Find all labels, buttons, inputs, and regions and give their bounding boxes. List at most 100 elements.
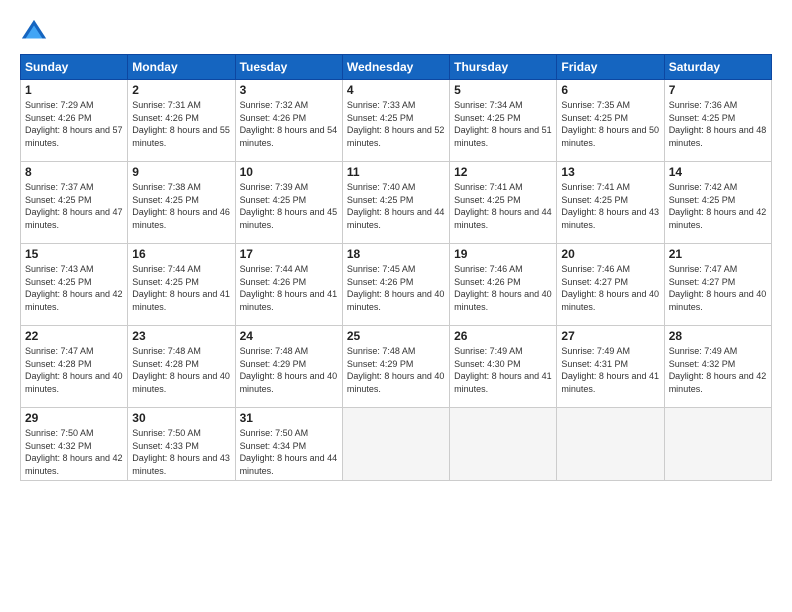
calendar-cell: 15 Sunrise: 7:43 AMSunset: 4:25 PMDayligh…	[21, 244, 128, 326]
day-number: 27	[561, 329, 659, 343]
day-info: Sunrise: 7:35 AMSunset: 4:25 PMDaylight:…	[561, 99, 659, 149]
calendar-cell: 1 Sunrise: 7:29 AMSunset: 4:26 PMDaylight…	[21, 80, 128, 162]
day-number: 25	[347, 329, 445, 343]
calendar-cell: 28 Sunrise: 7:49 AMSunset: 4:32 PMDayligh…	[664, 326, 771, 408]
day-info: Sunrise: 7:38 AMSunset: 4:25 PMDaylight:…	[132, 181, 230, 231]
day-number: 3	[240, 83, 338, 97]
header	[20, 18, 772, 46]
day-number: 18	[347, 247, 445, 261]
day-number: 14	[669, 165, 767, 179]
page: SundayMondayTuesdayWednesdayThursdayFrid…	[0, 0, 792, 612]
day-info: Sunrise: 7:48 AMSunset: 4:29 PMDaylight:…	[240, 345, 338, 395]
day-info: Sunrise: 7:44 AMSunset: 4:25 PMDaylight:…	[132, 263, 230, 313]
calendar-cell: 19 Sunrise: 7:46 AMSunset: 4:26 PMDayligh…	[450, 244, 557, 326]
day-number: 20	[561, 247, 659, 261]
weekday-header-friday: Friday	[557, 55, 664, 80]
day-info: Sunrise: 7:41 AMSunset: 4:25 PMDaylight:…	[454, 181, 552, 231]
day-number: 22	[25, 329, 123, 343]
calendar-cell: 6 Sunrise: 7:35 AMSunset: 4:25 PMDaylight…	[557, 80, 664, 162]
day-number: 30	[132, 411, 230, 425]
day-number: 13	[561, 165, 659, 179]
week-row-3: 15 Sunrise: 7:43 AMSunset: 4:25 PMDayligh…	[21, 244, 772, 326]
day-number: 15	[25, 247, 123, 261]
logo	[20, 18, 52, 46]
day-number: 26	[454, 329, 552, 343]
calendar-cell: 22 Sunrise: 7:47 AMSunset: 4:28 PMDayligh…	[21, 326, 128, 408]
day-info: Sunrise: 7:42 AMSunset: 4:25 PMDaylight:…	[669, 181, 767, 231]
calendar-cell: 27Sunrise: 7:49 AMSunset: 4:31 PMDayligh…	[557, 326, 664, 408]
day-info: Sunrise: 7:37 AMSunset: 4:25 PMDaylight:…	[25, 181, 123, 231]
day-info: Sunrise: 7:34 AMSunset: 4:25 PMDaylight:…	[454, 99, 552, 149]
day-info: Sunrise: 7:49 AMSunset: 4:30 PMDaylight:…	[454, 345, 552, 395]
calendar-cell: 13 Sunrise: 7:41 AMSunset: 4:25 PMDayligh…	[557, 162, 664, 244]
day-info: Sunrise: 7:31 AMSunset: 4:26 PMDaylight:…	[132, 99, 230, 149]
weekday-header-row: SundayMondayTuesdayWednesdayThursdayFrid…	[21, 55, 772, 80]
day-info: Sunrise: 7:39 AMSunset: 4:25 PMDaylight:…	[240, 181, 338, 231]
day-number: 1	[25, 83, 123, 97]
day-info: Sunrise: 7:45 AMSunset: 4:26 PMDaylight:…	[347, 263, 445, 313]
calendar-cell: 4 Sunrise: 7:33 AMSunset: 4:25 PMDaylight…	[342, 80, 449, 162]
calendar-cell: 5 Sunrise: 7:34 AMSunset: 4:25 PMDaylight…	[450, 80, 557, 162]
day-number: 4	[347, 83, 445, 97]
day-number: 28	[669, 329, 767, 343]
day-info: Sunrise: 7:47 AMSunset: 4:28 PMDaylight:…	[25, 345, 123, 395]
day-number: 10	[240, 165, 338, 179]
week-row-1: 1 Sunrise: 7:29 AMSunset: 4:26 PMDaylight…	[21, 80, 772, 162]
day-number: 24	[240, 329, 338, 343]
calendar-cell: 10 Sunrise: 7:39 AMSunset: 4:25 PMDayligh…	[235, 162, 342, 244]
day-info: Sunrise: 7:50 AMSunset: 4:33 PMDaylight:…	[132, 427, 230, 477]
weekday-header-thursday: Thursday	[450, 55, 557, 80]
calendar-cell: 3Sunrise: 7:32 AMSunset: 4:26 PMDaylight…	[235, 80, 342, 162]
calendar-cell: 20Sunrise: 7:46 AMSunset: 4:27 PMDayligh…	[557, 244, 664, 326]
day-info: Sunrise: 7:47 AMSunset: 4:27 PMDaylight:…	[669, 263, 767, 313]
calendar-cell: 14 Sunrise: 7:42 AMSunset: 4:25 PMDayligh…	[664, 162, 771, 244]
day-number: 9	[132, 165, 230, 179]
day-number: 8	[25, 165, 123, 179]
day-info: Sunrise: 7:43 AMSunset: 4:25 PMDaylight:…	[25, 263, 123, 313]
week-row-5: 29 Sunrise: 7:50 AMSunset: 4:32 PMDayligh…	[21, 408, 772, 481]
day-number: 29	[25, 411, 123, 425]
day-number: 19	[454, 247, 552, 261]
day-number: 6	[561, 83, 659, 97]
calendar-cell: 2Sunrise: 7:31 AMSunset: 4:26 PMDaylight…	[128, 80, 235, 162]
calendar-cell: 17 Sunrise: 7:44 AMSunset: 4:26 PMDayligh…	[235, 244, 342, 326]
day-number: 5	[454, 83, 552, 97]
day-number: 23	[132, 329, 230, 343]
calendar-cell: 11 Sunrise: 7:40 AMSunset: 4:25 PMDayligh…	[342, 162, 449, 244]
weekday-header-sunday: Sunday	[21, 55, 128, 80]
calendar-cell: 25 Sunrise: 7:48 AMSunset: 4:29 PMDayligh…	[342, 326, 449, 408]
calendar-cell: 8 Sunrise: 7:37 AMSunset: 4:25 PMDaylight…	[21, 162, 128, 244]
weekday-header-saturday: Saturday	[664, 55, 771, 80]
day-info: Sunrise: 7:33 AMSunset: 4:25 PMDaylight:…	[347, 99, 445, 149]
weekday-header-wednesday: Wednesday	[342, 55, 449, 80]
calendar-cell	[557, 408, 664, 481]
day-info: Sunrise: 7:41 AMSunset: 4:25 PMDaylight:…	[561, 181, 659, 231]
calendar-cell: 26 Sunrise: 7:49 AMSunset: 4:30 PMDayligh…	[450, 326, 557, 408]
calendar-cell: 21 Sunrise: 7:47 AMSunset: 4:27 PMDayligh…	[664, 244, 771, 326]
calendar-cell: 7 Sunrise: 7:36 AMSunset: 4:25 PMDaylight…	[664, 80, 771, 162]
day-info: Sunrise: 7:50 AMSunset: 4:32 PMDaylight:…	[25, 427, 123, 477]
day-info: Sunrise: 7:29 AMSunset: 4:26 PMDaylight:…	[25, 99, 123, 149]
calendar-cell: 16Sunrise: 7:44 AMSunset: 4:25 PMDayligh…	[128, 244, 235, 326]
day-info: Sunrise: 7:46 AMSunset: 4:26 PMDaylight:…	[454, 263, 552, 313]
week-row-4: 22 Sunrise: 7:47 AMSunset: 4:28 PMDayligh…	[21, 326, 772, 408]
day-number: 17	[240, 247, 338, 261]
logo-icon	[20, 18, 48, 46]
day-number: 31	[240, 411, 338, 425]
day-info: Sunrise: 7:50 AMSunset: 4:34 PMDaylight:…	[240, 427, 338, 477]
day-number: 11	[347, 165, 445, 179]
calendar: SundayMondayTuesdayWednesdayThursdayFrid…	[20, 54, 772, 481]
day-info: Sunrise: 7:48 AMSunset: 4:29 PMDaylight:…	[347, 345, 445, 395]
day-info: Sunrise: 7:44 AMSunset: 4:26 PMDaylight:…	[240, 263, 338, 313]
day-number: 21	[669, 247, 767, 261]
day-info: Sunrise: 7:49 AMSunset: 4:32 PMDaylight:…	[669, 345, 767, 395]
calendar-cell	[342, 408, 449, 481]
day-info: Sunrise: 7:40 AMSunset: 4:25 PMDaylight:…	[347, 181, 445, 231]
day-info: Sunrise: 7:36 AMSunset: 4:25 PMDaylight:…	[669, 99, 767, 149]
calendar-cell: 18 Sunrise: 7:45 AMSunset: 4:26 PMDayligh…	[342, 244, 449, 326]
calendar-cell: 30 Sunrise: 7:50 AMSunset: 4:33 PMDayligh…	[128, 408, 235, 481]
calendar-cell: 24 Sunrise: 7:48 AMSunset: 4:29 PMDayligh…	[235, 326, 342, 408]
day-number: 7	[669, 83, 767, 97]
calendar-cell: 29 Sunrise: 7:50 AMSunset: 4:32 PMDayligh…	[21, 408, 128, 481]
weekday-header-tuesday: Tuesday	[235, 55, 342, 80]
